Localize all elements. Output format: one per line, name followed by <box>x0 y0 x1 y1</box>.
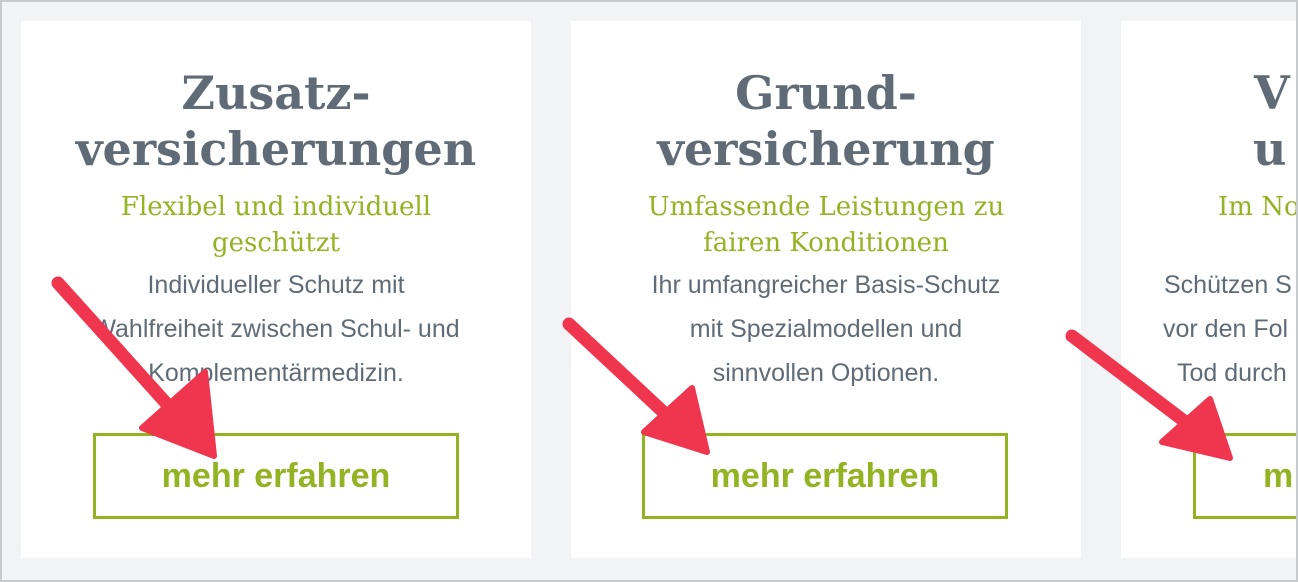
arrow-icon <box>51 276 217 459</box>
arrow-icon <box>562 317 710 455</box>
arrow-icon <box>1065 329 1233 461</box>
annotation-arrows <box>51 276 1233 461</box>
